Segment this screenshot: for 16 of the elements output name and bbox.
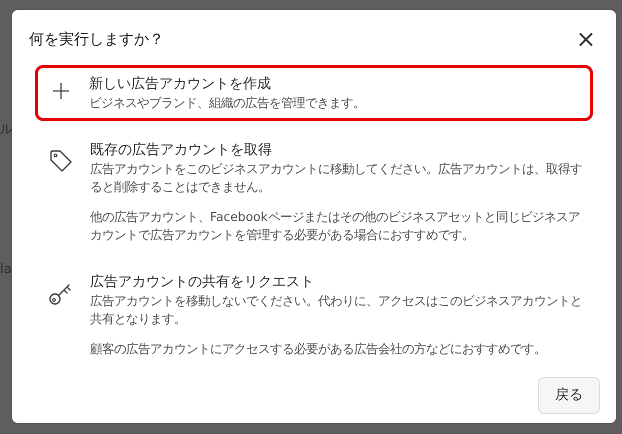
close-button[interactable]: ×	[576, 27, 596, 51]
option-title: 広告アカウントの共有をリクエスト	[90, 273, 315, 292]
dialog-title: 何を実行しますか？	[29, 28, 164, 50]
option-title: 新しい広告アカウントを作成	[89, 75, 272, 94]
option-description: 顧客の広告アカウントにアクセスする必要がある広告会社の方などにおすすめです。	[90, 341, 547, 358]
option-item[interactable]: 既存の広告アカウントを取得 広告アカウントをこのビジネスアカウントに移動してください。広告アカウントは、取得すると削除することはできません。 他の広告アカウント、Facebookページまたはその他のビジネスアセットと同じビジネスアカウントで広告アカウントを管理する必要がある場合におすすめです。	[35, 131, 593, 253]
option-description: 広告アカウントをこのビジネスアカウントに移動してください。広告アカウントは、取得すると削除することはできません。	[90, 161, 582, 196]
plus-icon	[52, 82, 70, 100]
tag-icon	[48, 148, 74, 174]
option-description: 他の広告アカウント、Facebookページまたはその他のビジネスアセットと同じビジネスアカウントで広告アカウントを管理する必要がある場合におすすめです。	[90, 209, 581, 244]
option-description: ビジネスやブランド、組織の広告を管理できます。	[89, 95, 366, 112]
option-title: 既存の広告アカウントを取得	[90, 141, 273, 160]
option-item[interactable]: 新しい広告アカウントを作成 ビジネスやブランド、組織の広告を管理できます。	[35, 65, 593, 121]
option-item[interactable]: 広告アカウントの共有をリクエスト 広告アカウントを移動しないでください。代わりに、アクセスはこのビジネスアカウントと共有となります。 顧客の広告アカウントにアクセスする必要がある広告会社の方などにおすすめです。	[35, 263, 593, 367]
option-description: 広告アカウントを移動しないでください。代わりに、アクセスはこのビジネスアカウントと共有となります。	[90, 293, 582, 328]
back-button[interactable]: 戻る	[538, 377, 600, 414]
